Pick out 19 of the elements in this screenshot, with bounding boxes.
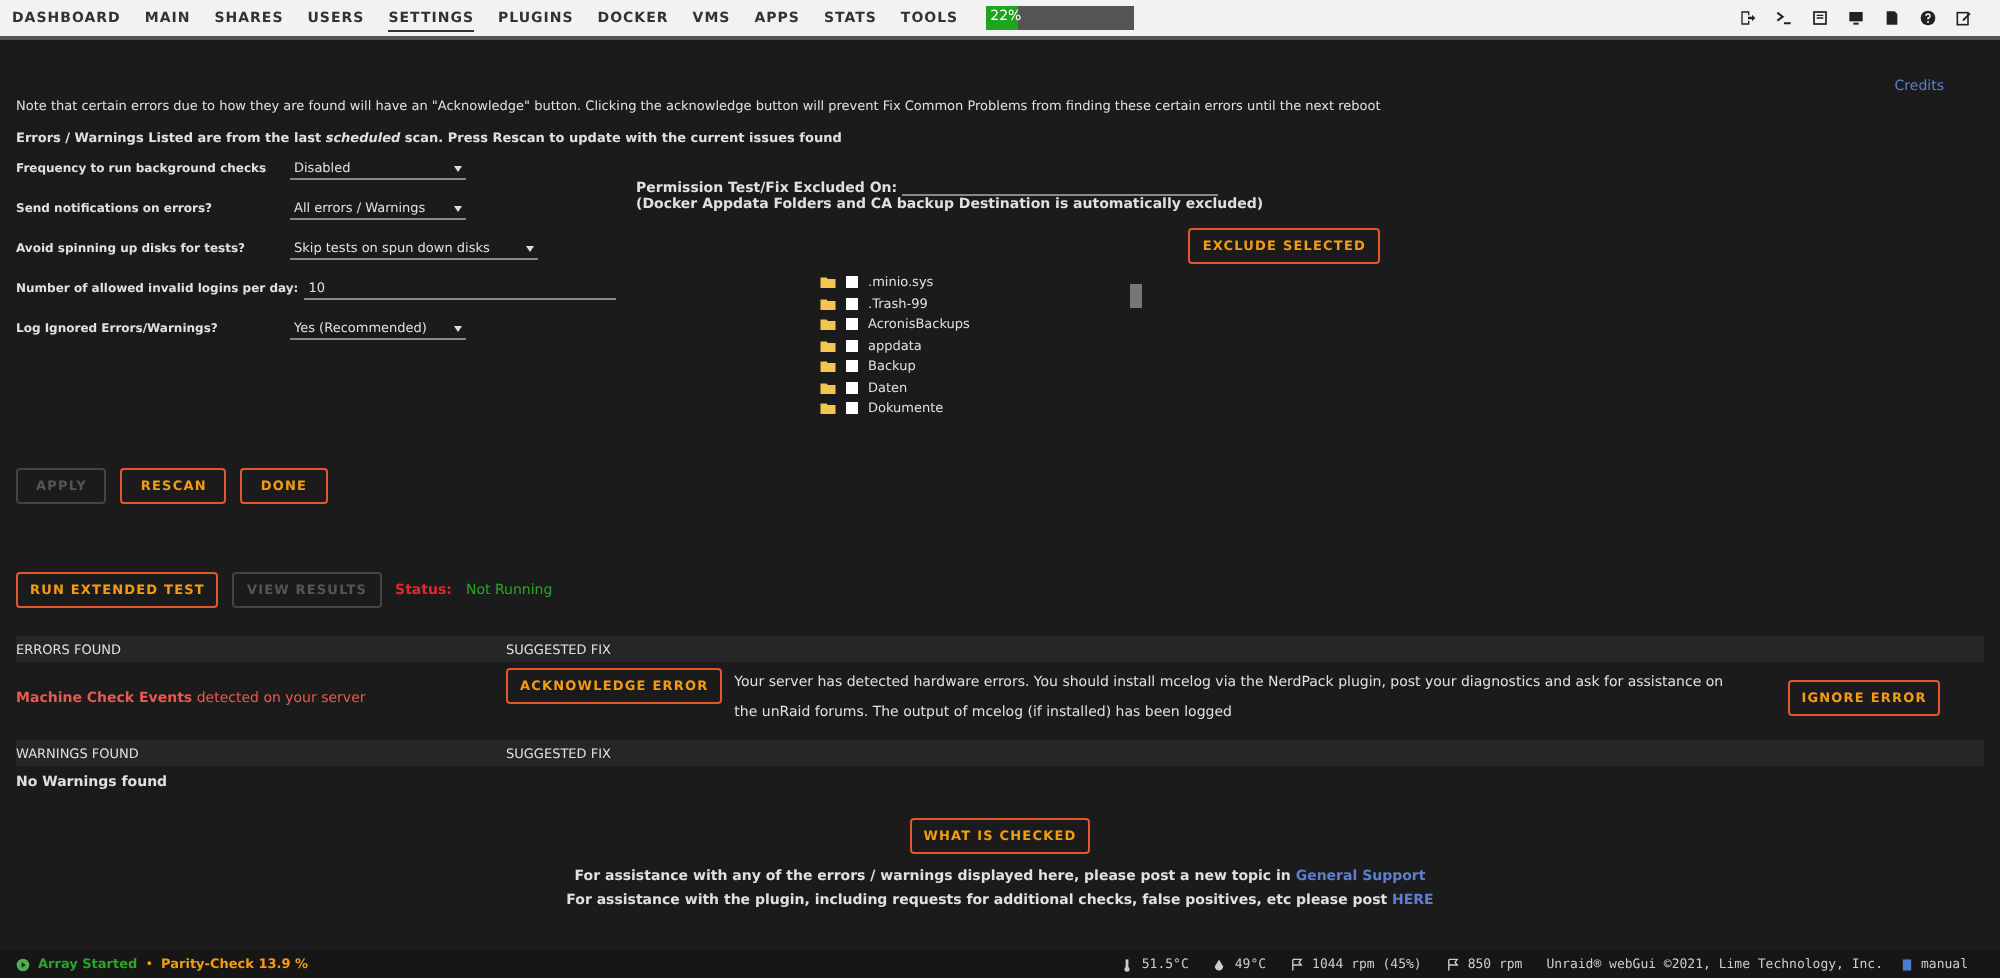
window-icon[interactable] [1812,10,1828,26]
checkbox[interactable] [846,297,858,310]
drop-icon [1212,957,1227,971]
play-icon [16,957,30,971]
thermometer-icon [1119,957,1134,971]
checkbox[interactable] [846,360,858,373]
terminal-icon[interactable] [1776,10,1792,26]
checkbox[interactable] [846,381,858,394]
checkbox[interactable] [846,402,858,415]
help-icon[interactable] [1920,10,1936,26]
edit-icon[interactable] [1956,10,1972,26]
flag-icon [1445,957,1460,971]
checkbox[interactable] [846,276,858,289]
monitor-icon[interactable] [1848,10,1864,26]
flag-icon [1290,957,1305,971]
checkbox[interactable] [846,318,858,331]
document-icon[interactable] [1884,10,1900,26]
logout-icon[interactable] [1740,10,1756,26]
checkbox[interactable] [846,339,858,352]
